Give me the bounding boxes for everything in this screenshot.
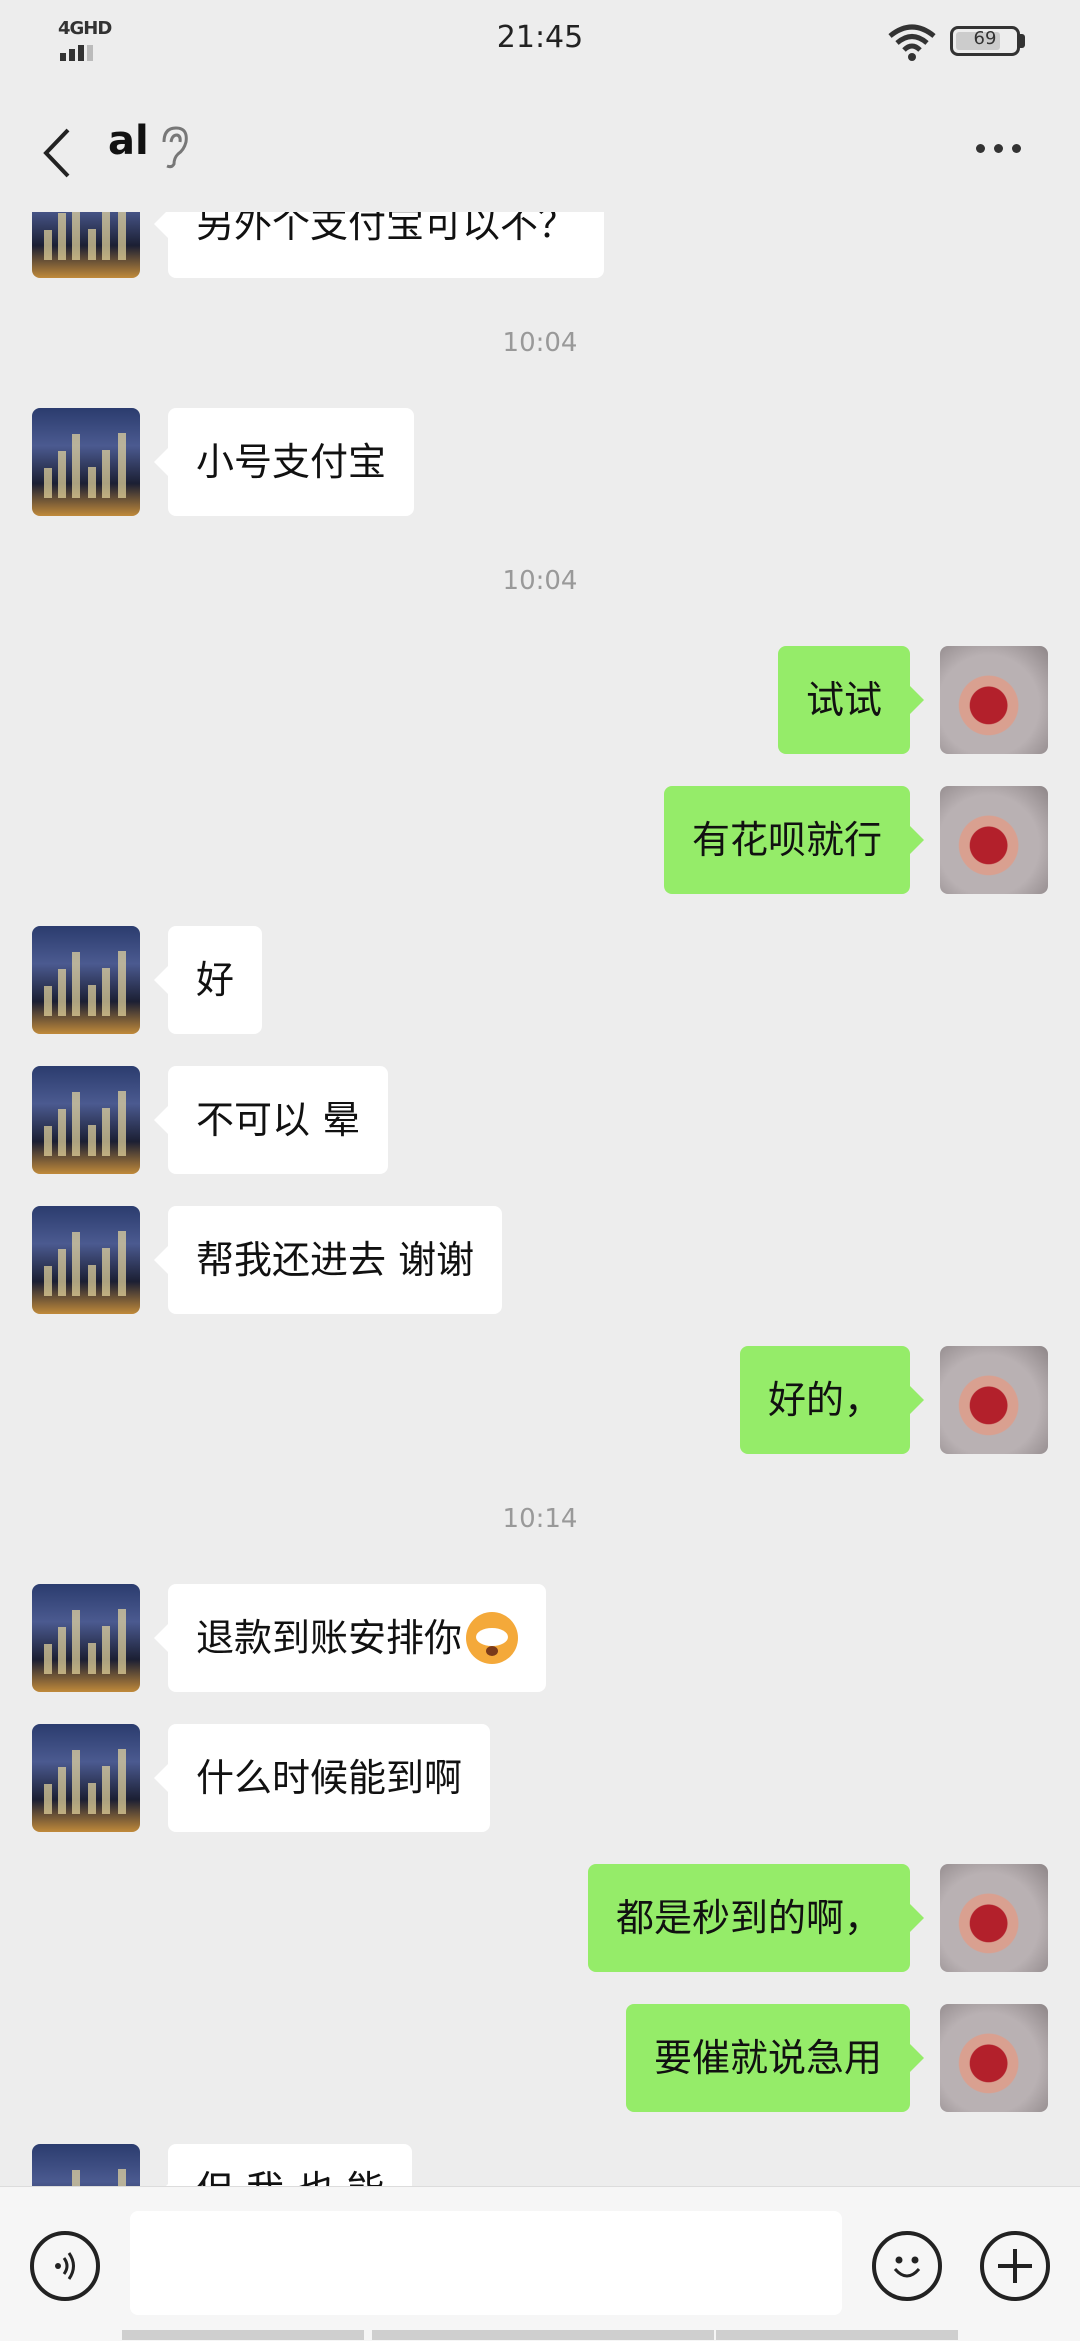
incoming-message[interactable]: 退款到账安排你 [153,1584,547,1692]
my-avatar[interactable] [940,2004,1048,2112]
flushed-face-emoji [466,1611,519,1664]
avatar-building [72,434,80,498]
avatar-building [44,1644,52,1674]
contact-avatar[interactable] [32,2144,140,2186]
chevron-left-icon[interactable] [38,126,78,180]
status-bar: 4GHD 21:45 69 [0,0,1080,80]
avatar-building [118,951,126,1016]
avatar-building [118,433,126,498]
message-text: 退款到账安排你 [196,1616,463,1660]
avatar-building [72,1092,80,1156]
incoming-message[interactable]: 帮我还进去 谢谢 [153,1206,503,1314]
incoming-message[interactable]: 好 [153,926,263,1034]
contact-avatar[interactable] [32,926,140,1034]
avatar-building [118,1609,126,1674]
keyboard-divider [372,2330,714,2340]
contact-avatar[interactable] [32,1206,140,1314]
avatar-building [88,467,96,498]
avatar-building [72,1750,80,1814]
avatar-building [88,1125,96,1156]
outgoing-message[interactable]: 要催就说急用 [625,2004,925,2112]
battery-level: 69 [973,28,997,49]
contact-avatar[interactable] [32,408,140,516]
avatar-building [72,1232,80,1296]
incoming-message[interactable]: 另外个支付宝可以不？ [153,212,605,278]
incoming-message[interactable]: 不可以 晕 [153,1066,389,1174]
outgoing-message[interactable]: 好的， [739,1346,925,1454]
avatar-building [102,212,110,260]
incoming-message[interactable]: 但 我 也 能 [153,2144,413,2186]
wifi-icon [888,24,936,61]
avatar-building [72,212,80,260]
voice-icon[interactable] [30,2231,100,2301]
incoming-message[interactable]: 什么时候能到啊 [153,1724,491,1832]
avatar-building [44,986,52,1016]
my-avatar[interactable] [940,646,1048,754]
avatar-building [58,213,66,260]
avatar-building [118,1749,126,1814]
message-timestamp: 10:14 [502,1504,578,1534]
outgoing-message[interactable]: 都是秒到的啊， [587,1864,925,1972]
avatar-building [58,969,66,1016]
avatar-building [118,212,126,260]
contact-avatar[interactable] [32,212,140,278]
chat-header: al [0,80,1080,212]
avatar-building [58,1767,66,1814]
message-timestamp: 10:04 [502,328,578,358]
avatar-building [44,468,52,498]
avatar-building [118,1231,126,1296]
avatar-building [88,1643,96,1674]
outgoing-message[interactable]: 试试 [777,646,925,754]
contact-avatar[interactable] [32,1066,140,1174]
smiley-icon[interactable] [872,2231,942,2301]
avatar-building [118,1091,126,1156]
input-bar [0,2186,1080,2341]
avatar-building [102,1766,110,1814]
battery-icon: 69 [950,26,1020,56]
avatar-building [102,968,110,1016]
avatar-building [102,1626,110,1674]
avatar-building [72,2170,80,2186]
avatar-building [44,1266,52,1296]
plus-icon[interactable] [980,2231,1050,2301]
chat-title: al [108,118,149,164]
message-input[interactable] [130,2211,842,2315]
avatar-building [58,1249,66,1296]
avatar-building [44,230,52,260]
contact-avatar[interactable] [32,1724,140,1832]
chat-message-list[interactable]: 另外个支付宝可以不？ 10:04 小号支付宝 10:04 试试 有花呗就行 好 … [0,212,1080,2186]
avatar-building [58,1627,66,1674]
avatar-building [102,1248,110,1296]
avatar-building [88,1265,96,1296]
avatar-building [44,1784,52,1814]
avatar-building [102,450,110,498]
keyboard-divider [122,2330,364,2340]
ear-icon [162,126,188,169]
avatar-building [58,1109,66,1156]
my-avatar[interactable] [940,1346,1048,1454]
avatar-building [58,451,66,498]
avatar-building [72,1610,80,1674]
avatar-building [102,1108,110,1156]
message-timestamp: 10:04 [502,566,578,596]
avatar-building [72,952,80,1016]
my-avatar[interactable] [940,786,1048,894]
avatar-building [88,985,96,1016]
avatar-building [44,1126,52,1156]
my-avatar[interactable] [940,1864,1048,1972]
outgoing-message[interactable]: 有花呗就行 [663,786,925,894]
incoming-message[interactable]: 小号支付宝 [153,408,415,516]
avatar-building [88,1783,96,1814]
more-dots-icon[interactable] [976,138,1036,168]
battery-tip [1020,34,1025,48]
avatar-building [88,229,96,260]
keyboard-divider [716,2330,958,2340]
contact-avatar[interactable] [32,1584,140,1692]
avatar-building [118,2169,126,2186]
